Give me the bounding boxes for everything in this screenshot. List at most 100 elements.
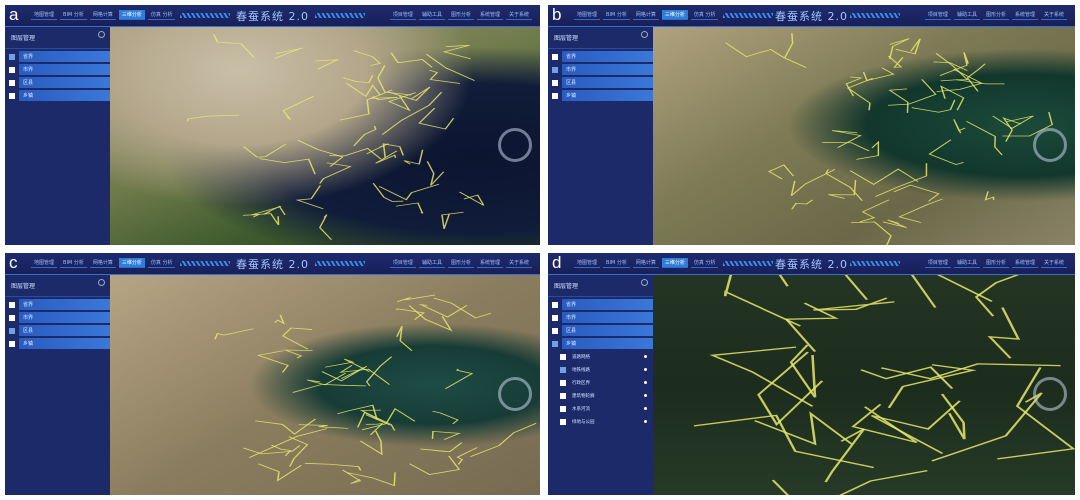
layer-checkbox[interactable]: [552, 340, 558, 347]
sublayer-item[interactable]: 行政区界: [560, 377, 647, 388]
layer-item[interactable]: 省界: [552, 51, 653, 62]
layer-checkbox[interactable]: [9, 53, 15, 60]
nav-tab[interactable]: 图形分析: [982, 10, 1009, 20]
layer-checkbox[interactable]: [9, 79, 15, 86]
nav-tab[interactable]: 仿真 分析: [690, 258, 719, 268]
sublayer-item[interactable]: 水系河流: [560, 403, 647, 414]
nav-tab[interactable]: 项目管理: [389, 10, 416, 20]
layer-item[interactable]: 区县: [9, 325, 110, 336]
map-view[interactable]: [653, 275, 1075, 495]
layer-item[interactable]: 市界: [552, 312, 653, 323]
nav-tab[interactable]: 辅助工具: [953, 258, 980, 268]
settings-icon[interactable]: [641, 279, 648, 286]
nav-tab[interactable]: 三维分析: [118, 258, 145, 268]
nav-tab[interactable]: BIM 分析: [60, 10, 87, 20]
nav-tab[interactable]: BIM 分析: [603, 10, 630, 20]
visibility-dot-icon[interactable]: [644, 355, 647, 358]
nav-tab[interactable]: 关于系统: [1040, 10, 1067, 20]
layer-checkbox[interactable]: [9, 314, 15, 321]
nav-tab[interactable]: 项目管理: [389, 258, 416, 268]
map-view[interactable]: [653, 27, 1075, 245]
nav-tab[interactable]: 系统管理: [1011, 258, 1038, 268]
visibility-dot-icon[interactable]: [644, 394, 647, 397]
layer-checkbox[interactable]: [9, 92, 15, 99]
layer-item[interactable]: 市界: [552, 64, 653, 75]
nav-tab[interactable]: 网格计算: [89, 10, 116, 20]
nav-tab[interactable]: 图形分析: [447, 10, 474, 20]
nav-tab[interactable]: 系统管理: [476, 258, 503, 268]
layer-checkbox[interactable]: [552, 92, 558, 99]
nav-tab[interactable]: 仿真 分析: [147, 258, 176, 268]
visibility-dot-icon[interactable]: [644, 420, 647, 423]
nav-tab[interactable]: 仿真 分析: [690, 10, 719, 20]
layer-checkbox[interactable]: [552, 314, 558, 321]
layer-item[interactable]: 省界: [9, 51, 110, 62]
nav-tab[interactable]: 项目管理: [924, 10, 951, 20]
nav-tab[interactable]: 系统管理: [1011, 10, 1038, 20]
sublayer-checkbox[interactable]: [560, 392, 566, 399]
settings-icon[interactable]: [98, 31, 105, 38]
layer-item[interactable]: 乡镇: [552, 338, 653, 349]
nav-tab[interactable]: 仿真 分析: [147, 10, 176, 20]
compass-icon[interactable]: [498, 376, 532, 411]
nav-tab[interactable]: 图形分析: [982, 258, 1009, 268]
nav-tab[interactable]: 地图管理: [31, 10, 58, 20]
nav-tab[interactable]: 关于系统: [1040, 258, 1067, 268]
layer-item[interactable]: 市界: [9, 64, 110, 75]
layer-item[interactable]: 区县: [552, 77, 653, 88]
layer-item[interactable]: 乡镇: [552, 90, 653, 101]
nav-tab[interactable]: 系统管理: [476, 10, 503, 20]
nav-tab[interactable]: BIM 分析: [60, 258, 87, 268]
layer-checkbox[interactable]: [9, 327, 15, 334]
layer-item[interactable]: 区县: [9, 77, 110, 88]
nav-tab[interactable]: 三维分析: [661, 10, 688, 20]
layer-checkbox[interactable]: [552, 79, 558, 86]
layer-checkbox[interactable]: [9, 301, 15, 308]
layer-checkbox[interactable]: [552, 327, 558, 334]
visibility-dot-icon[interactable]: [644, 407, 647, 410]
compass-icon[interactable]: [498, 127, 532, 162]
compass-icon[interactable]: [1033, 376, 1067, 411]
layer-item[interactable]: 区县: [552, 325, 653, 336]
sublayer-checkbox[interactable]: [560, 353, 566, 360]
nav-tab[interactable]: 网格计算: [632, 10, 659, 20]
sublayer-item[interactable]: 建筑物轮廓: [560, 390, 647, 401]
map-view[interactable]: [110, 27, 540, 245]
compass-icon[interactable]: [1033, 127, 1067, 162]
visibility-dot-icon[interactable]: [644, 368, 647, 371]
nav-tab[interactable]: 辅助工具: [418, 258, 445, 268]
nav-tab[interactable]: 辅助工具: [953, 10, 980, 20]
layer-checkbox[interactable]: [552, 53, 558, 60]
nav-tab[interactable]: 网格计算: [632, 258, 659, 268]
nav-tab[interactable]: 三维分析: [661, 258, 688, 268]
layer-checkbox[interactable]: [552, 66, 558, 73]
nav-tab[interactable]: BIM 分析: [603, 258, 630, 268]
layer-checkbox[interactable]: [552, 301, 558, 308]
sublayer-item[interactable]: 地铁线路: [560, 364, 647, 375]
layer-item[interactable]: 省界: [9, 299, 110, 310]
sublayer-checkbox[interactable]: [560, 366, 566, 373]
layer-item[interactable]: 乡镇: [9, 90, 110, 101]
layer-checkbox[interactable]: [9, 66, 15, 73]
sublayer-checkbox[interactable]: [560, 405, 566, 412]
layer-checkbox[interactable]: [9, 340, 15, 347]
settings-icon[interactable]: [641, 31, 648, 38]
nav-tab[interactable]: 地图管理: [574, 10, 601, 20]
nav-tab[interactable]: 网格计算: [89, 258, 116, 268]
layer-item[interactable]: 乡镇: [9, 338, 110, 349]
layer-item[interactable]: 市界: [9, 312, 110, 323]
nav-tab[interactable]: 项目管理: [924, 258, 951, 268]
nav-tab[interactable]: 地图管理: [31, 258, 58, 268]
settings-icon[interactable]: [98, 279, 105, 286]
nav-tab[interactable]: 关于系统: [505, 258, 532, 268]
nav-tab[interactable]: 图形分析: [447, 258, 474, 268]
sublayer-checkbox[interactable]: [560, 379, 566, 386]
nav-tab[interactable]: 辅助工具: [418, 10, 445, 20]
layer-item[interactable]: 省界: [552, 299, 653, 310]
nav-tab[interactable]: 关于系统: [505, 10, 532, 20]
sublayer-checkbox[interactable]: [560, 418, 566, 425]
map-view[interactable]: [110, 275, 540, 495]
visibility-dot-icon[interactable]: [644, 381, 647, 384]
sublayer-item[interactable]: 道路网络: [560, 351, 647, 362]
nav-tab[interactable]: 三维分析: [118, 10, 145, 20]
